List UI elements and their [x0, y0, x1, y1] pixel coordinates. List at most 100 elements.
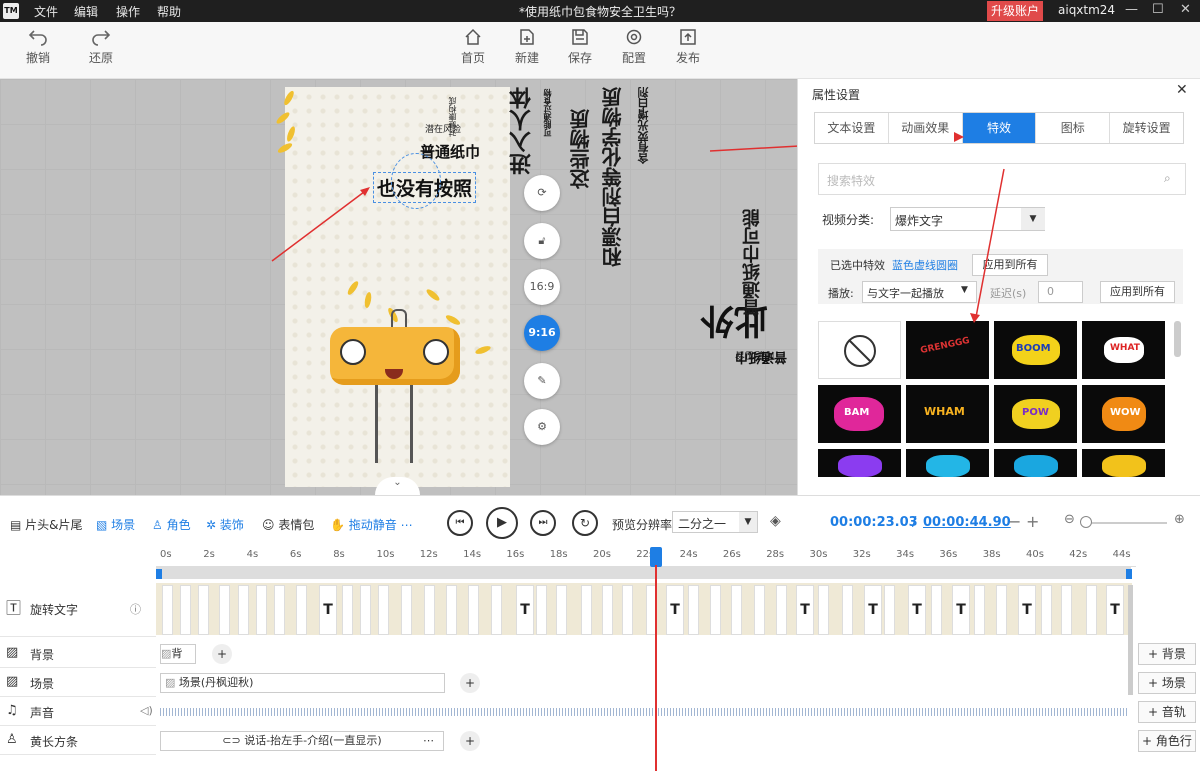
zoom-in-icon[interactable]: ⊕ — [1174, 512, 1185, 527]
plus-icon[interactable]: + — [1026, 512, 1039, 531]
text-clip[interactable] — [360, 585, 371, 635]
text-clip[interactable] — [1041, 585, 1052, 635]
play-button[interactable]: ▶ — [486, 507, 518, 539]
lock-button[interactable]: 🔓︎ — [524, 223, 560, 259]
role-clip[interactable]: ⊂⊃ 说话-抬左手-介绍(一直显示) ⋯ — [160, 731, 444, 751]
save-button[interactable]: 保存 — [560, 28, 600, 66]
minimize-icon[interactable]: — — [1125, 2, 1138, 17]
zoom-slider[interactable] — [1082, 522, 1167, 524]
effect-thumb-11[interactable] — [1082, 449, 1165, 477]
preview-canvas[interactable]: 此外 普通纸巾可能 可能包含 普通纸巾 对健康构成 潜在风险 普通纸巾 也没有按… — [0, 79, 797, 495]
text-clip[interactable]: T — [666, 585, 684, 635]
range-end-handle[interactable] — [1126, 569, 1132, 579]
text-clip[interactable] — [710, 585, 721, 635]
undo-button[interactable]: 撤销 — [18, 28, 58, 66]
text-clip[interactable] — [688, 585, 699, 635]
maximize-icon[interactable]: ☐ — [1152, 2, 1164, 17]
role-tab[interactable]: ♙ 角色 — [152, 516, 191, 533]
add-scene-button[interactable]: + 场景 — [1138, 672, 1196, 694]
timeline-range-bar[interactable] — [156, 567, 1131, 579]
publish-button[interactable]: 发布 — [668, 28, 708, 66]
effect-thumb-7[interactable]: WOW — [1082, 385, 1165, 443]
text-clip[interactable] — [424, 585, 435, 635]
ratio-9-16-button[interactable]: 9:16 — [524, 315, 560, 351]
zoom-slider-thumb[interactable] — [1080, 516, 1092, 528]
effect-thumb-9[interactable] — [906, 449, 989, 477]
redo-button[interactable]: 还原 — [81, 28, 121, 66]
text-clip[interactable] — [731, 585, 742, 635]
text-clip[interactable] — [1061, 585, 1072, 635]
text-clip[interactable] — [622, 585, 633, 635]
text-clip[interactable]: T — [1106, 585, 1124, 635]
time-ruler[interactable]: 0s 2s 4s 6s 8s 10s 12s 14s 16s 18s 20s 22s 24s 26s 28s… — [156, 545, 1136, 567]
minus-icon[interactable]: − — [1008, 512, 1021, 531]
text-clip[interactable] — [776, 585, 787, 635]
text-clip[interactable] — [342, 585, 353, 635]
text-clip[interactable] — [238, 585, 249, 635]
background-clip[interactable]: ▨背 — [160, 644, 196, 664]
text-clip[interactable]: T — [908, 585, 926, 635]
effect-thumb-10[interactable] — [994, 449, 1077, 477]
scene-clip[interactable]: ▨ 场景(丹枫迎秋) — [160, 673, 445, 693]
zoom-out-icon[interactable]: ⊖ — [1064, 512, 1075, 527]
text-clip[interactable] — [996, 585, 1007, 635]
effect-thumb-6[interactable]: POW — [994, 385, 1077, 443]
add-role-clip-button[interactable]: + — [460, 731, 480, 751]
edit-button[interactable]: ✎ — [524, 363, 560, 399]
text-clip[interactable]: T — [319, 585, 337, 635]
skip-forward-button[interactable]: ⏭ — [530, 510, 556, 536]
text-clip[interactable] — [842, 585, 853, 635]
add-bg-clip-button[interactable]: + — [212, 644, 232, 664]
volume-icon[interactable]: ◁) — [140, 704, 153, 717]
text-clip[interactable] — [754, 585, 765, 635]
text-clip[interactable]: T — [796, 585, 814, 635]
effect-thumb-8[interactable] — [818, 449, 901, 477]
emoji-tab[interactable]: ☺ 表情包 — [262, 516, 314, 533]
text-clip[interactable] — [974, 585, 985, 635]
text-clip[interactable] — [274, 585, 285, 635]
rotate-button[interactable]: ⟳ — [524, 175, 560, 211]
text-clip[interactable]: T — [952, 585, 970, 635]
text-clip[interactable] — [446, 585, 457, 635]
ratio-16-9-button[interactable]: 16:9 — [524, 269, 560, 305]
skip-back-button[interactable]: ⏮ — [447, 510, 473, 536]
text-clip[interactable]: T — [516, 585, 534, 635]
home-button[interactable]: 首页 — [453, 28, 493, 66]
intro-outro-tab[interactable]: ▤ 片头&片尾 — [10, 516, 83, 533]
text-clip[interactable] — [378, 585, 389, 635]
text-clip[interactable] — [602, 585, 613, 635]
text-clip[interactable] — [180, 585, 191, 635]
decor-tab[interactable]: ✲ 装饰 — [206, 516, 244, 533]
playhead-handle[interactable] — [650, 547, 662, 567]
text-clip[interactable]: T — [864, 585, 882, 635]
effect-thumb-5[interactable]: WHAM — [906, 385, 989, 443]
add-background-button[interactable]: + 背景 — [1138, 643, 1196, 665]
add-role-row-button[interactable]: + 角色行 — [1138, 730, 1196, 752]
tracks-scrollbar[interactable] — [1128, 585, 1133, 695]
config-button[interactable]: 配置 — [614, 28, 654, 66]
text-clip[interactable] — [1086, 585, 1097, 635]
text-clip[interactable] — [256, 585, 267, 635]
text-clip[interactable] — [818, 585, 829, 635]
text-clip[interactable] — [198, 585, 209, 635]
drag-mute-tab[interactable]: ✋ 拖动静音 ⋯ — [330, 516, 413, 533]
new-button[interactable]: 新建 — [507, 28, 547, 66]
username[interactable]: aiqxtm24 — [1058, 3, 1115, 17]
text-clip[interactable] — [556, 585, 567, 635]
scene-tab[interactable]: ▧ 场景 — [96, 516, 135, 533]
effect-thumb-4[interactable]: BAM — [818, 385, 901, 443]
text-clip[interactable] — [491, 585, 502, 635]
close-icon[interactable]: ✕ — [1180, 2, 1191, 17]
audio-waveform[interactable] — [160, 708, 1128, 716]
replay-button[interactable]: ↻ — [572, 510, 598, 536]
text-clip[interactable] — [468, 585, 479, 635]
add-audio-track-button[interactable]: + 音轨 — [1138, 701, 1196, 723]
range-start-handle[interactable] — [156, 569, 162, 579]
text-clip[interactable] — [581, 585, 592, 635]
layers-icon[interactable]: ◈ — [770, 513, 781, 529]
help-icon[interactable]: ⓘ — [130, 601, 141, 617]
rotate-text-lane[interactable]: TTTTTTTTT — [156, 583, 1132, 635]
text-clip[interactable] — [931, 585, 942, 635]
upgrade-button[interactable]: 升级账户 — [987, 1, 1043, 21]
text-clip[interactable] — [536, 585, 547, 635]
